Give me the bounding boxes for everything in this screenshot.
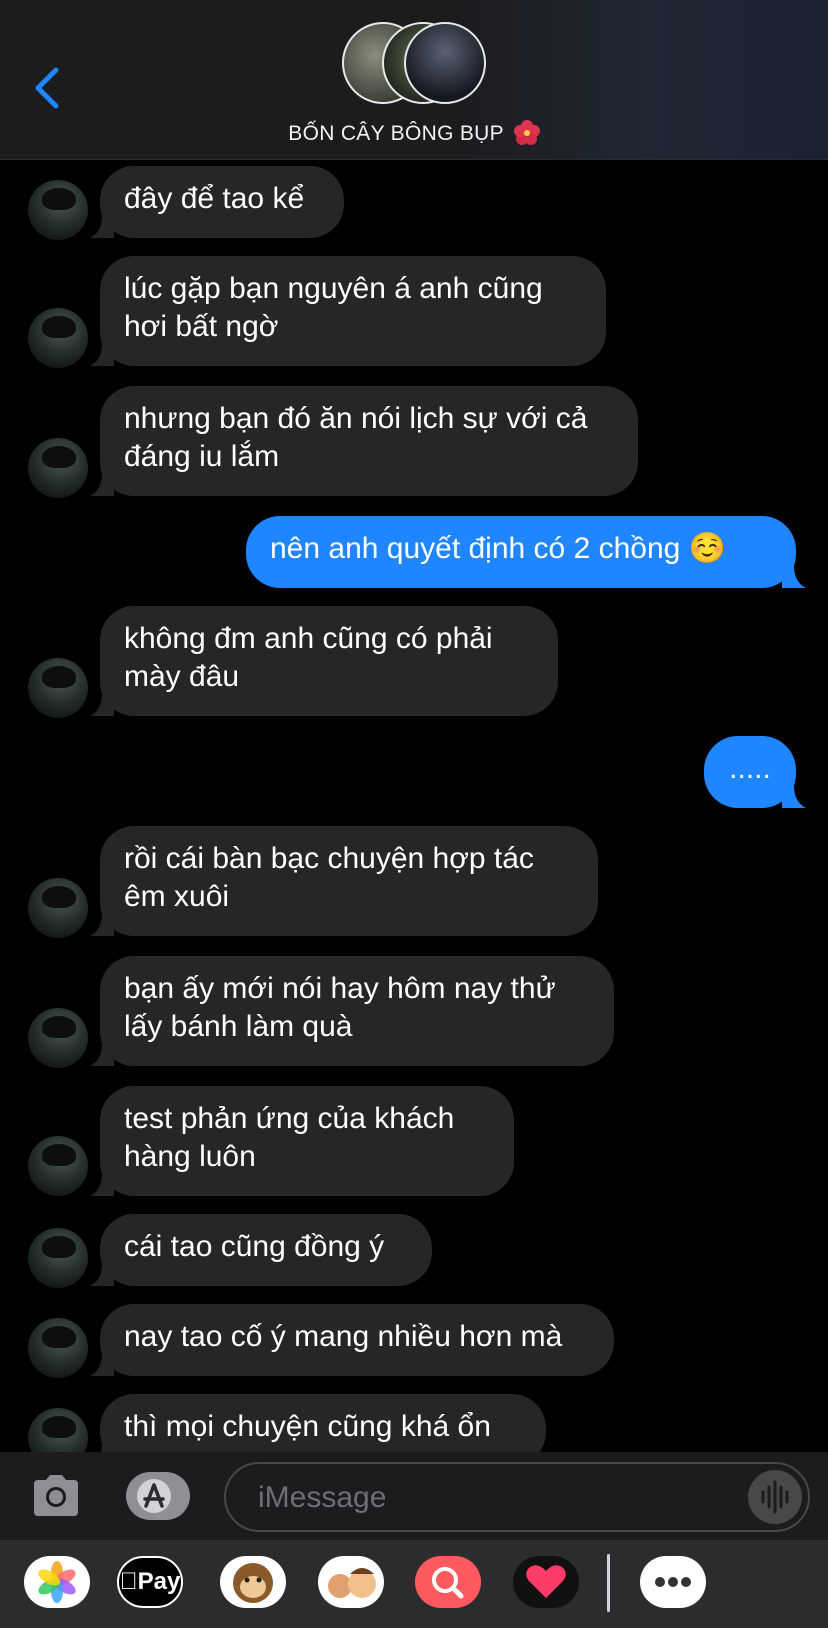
incoming-message[interactable]: bạn ấy mới nói hay hôm nay thử lấy bánh …	[90, 956, 614, 1066]
conversation-header: BỐN CÂY BÔNG BỤP	[0, 0, 828, 160]
outgoing-message[interactable]: .....	[704, 736, 806, 808]
incoming-message[interactable]: nay tao cố ý mang nhiều hơn mà	[90, 1304, 614, 1376]
chevron-left-icon[interactable]	[28, 64, 68, 112]
message-input-field	[224, 1462, 810, 1532]
app-store-icon	[137, 1479, 171, 1513]
apple-pay-icon: 	[120, 1568, 138, 1595]
message-text: cái tao cũng đồng ý	[100, 1214, 432, 1286]
heart-sticker-icon	[526, 1565, 566, 1598]
message-input[interactable]	[256, 1476, 700, 1520]
group-member-avatar	[404, 22, 486, 104]
more-apps-button[interactable]	[640, 1556, 706, 1608]
sender-avatar[interactable]	[28, 180, 88, 240]
camera-icon[interactable]	[30, 1472, 82, 1518]
composer-bar	[0, 1452, 828, 1540]
message-text: nay tao cố ý mang nhiều hơn mà	[100, 1304, 614, 1376]
sender-avatar[interactable]	[28, 1228, 88, 1288]
drawer-divider	[607, 1554, 610, 1612]
sender-avatar[interactable]	[28, 1008, 88, 1068]
sender-avatar[interactable]	[28, 1318, 88, 1378]
web-search-app[interactable]	[415, 1556, 481, 1608]
incoming-message[interactable]: đây để tao kể	[90, 166, 344, 238]
group-name-text: BỐN CÂY BÔNG BỤP	[288, 122, 504, 145]
app-store-button[interactable]	[126, 1472, 190, 1520]
message-text: bạn ấy mới nói hay hôm nay thử lấy bánh …	[100, 956, 614, 1066]
outgoing-message[interactable]: nên anh quyết định có 2 chồng ☺️	[246, 516, 806, 588]
message-text: đây để tao kể	[100, 166, 344, 238]
hibiscus-icon	[513, 120, 540, 145]
incoming-message[interactable]: rồi cái bàn bạc chuyện hợp tác êm xuôi	[90, 826, 598, 936]
message-text: .....	[704, 736, 796, 808]
incoming-message[interactable]: không đm anh cũng có phải mày đâu	[90, 606, 558, 716]
incoming-message[interactable]: nhưng bạn đó ăn nói lịch sự với cả đáng …	[90, 386, 638, 496]
message-text: lúc gặp bạn nguyên á anh cũng hơi bất ng…	[100, 256, 606, 366]
web-search-icon	[432, 1567, 464, 1599]
apple-pay-app[interactable]: Pay	[117, 1556, 183, 1608]
sender-avatar[interactable]	[28, 658, 88, 718]
animoji-app[interactable]	[220, 1556, 286, 1608]
sender-avatar[interactable]	[28, 438, 88, 498]
memoji-icon	[328, 1568, 376, 1598]
group-name[interactable]: BỐN CÂY BÔNG BỤP	[0, 120, 828, 146]
group-avatars[interactable]	[342, 22, 488, 108]
message-text: nên anh quyết định có 2 chồng ☺️	[246, 516, 796, 588]
sender-avatar[interactable]	[28, 878, 88, 938]
message-text: rồi cái bàn bạc chuyện hợp tác êm xuôi	[100, 826, 598, 936]
message-text: test phản ứng của khách hàng luôn	[100, 1086, 514, 1196]
imessage-app-drawer: Pay	[0, 1540, 828, 1628]
sender-avatar[interactable]	[28, 308, 88, 368]
incoming-message[interactable]: cái tao cũng đồng ý	[90, 1214, 432, 1286]
incoming-message[interactable]: lúc gặp bạn nguyên á anh cũng hơi bất ng…	[90, 256, 606, 366]
monkey-emoji-icon	[233, 1563, 273, 1603]
apple-pay-label: Pay	[128, 1568, 181, 1595]
photos-icon	[38, 1561, 76, 1603]
more-icon	[655, 1577, 691, 1587]
audio-waveform-icon	[761, 1480, 789, 1514]
incoming-message[interactable]: test phản ứng của khách hàng luôn	[90, 1086, 514, 1196]
digital-touch-app[interactable]	[513, 1556, 579, 1608]
memoji-app[interactable]	[318, 1556, 384, 1608]
message-text: không đm anh cũng có phải mày đâu	[100, 606, 558, 716]
message-text: nhưng bạn đó ăn nói lịch sự với cả đáng …	[100, 386, 638, 496]
photos-app[interactable]	[24, 1556, 90, 1608]
sender-avatar[interactable]	[28, 1136, 88, 1196]
audio-record-button[interactable]	[748, 1470, 802, 1524]
